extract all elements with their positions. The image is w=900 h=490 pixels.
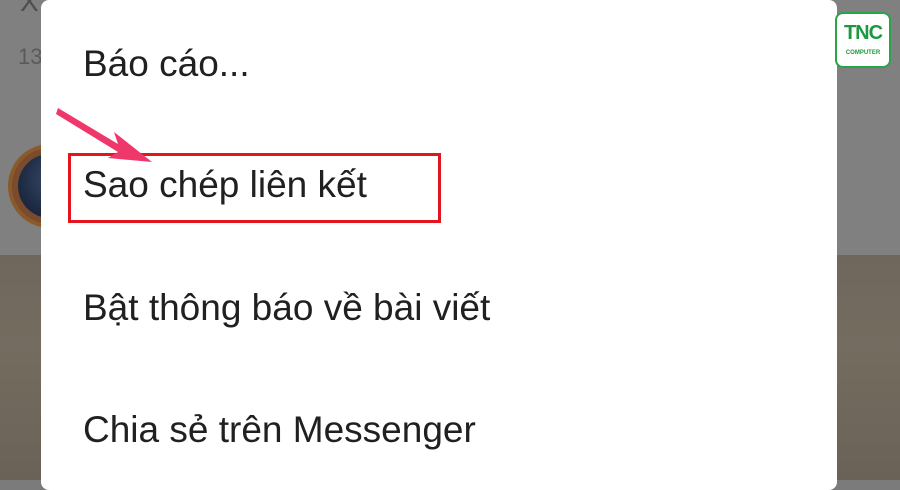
menu-item-share-messenger[interactable]: Chia sẻ trên Messenger [83,409,476,451]
menu-item-report[interactable]: Báo cáo... [83,43,250,85]
background-post-title: X [20,0,39,17]
post-options-menu: Báo cáo... Sao chép liên kết Bật thông b… [41,0,837,490]
background-post-meta: 13 [18,44,43,69]
logo-text: TNC [843,22,883,44]
logo-subtext: COMPUTER [845,50,881,56]
tnc-logo: TNC COMPUTER [835,12,891,68]
menu-item-turn-on-notifications[interactable]: Bật thông báo về bài viết [83,287,490,329]
pointer-arrow-icon [56,108,152,162]
